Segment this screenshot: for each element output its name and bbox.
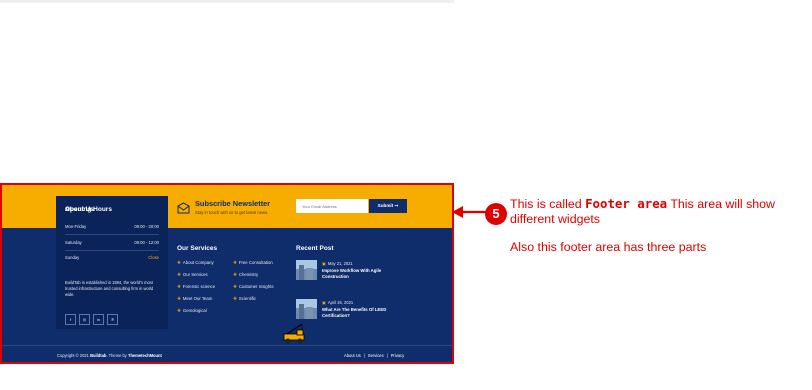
submit-button[interactable]: Submit ➞ [369,199,407,213]
hours-time: 09:00 - 12:00 [134,240,159,245]
legal-link-services[interactable]: Services [368,353,384,358]
instagram-icon[interactable]: ◎ [79,314,90,325]
step-number-badge: 5 [485,203,507,225]
hours-row: Saturday 09:00 - 12:00 [65,236,159,251]
legal-link-privacy[interactable]: Privacy [391,353,404,358]
about-title: About Us [65,206,94,213]
post-thumbnail[interactable] [296,260,317,280]
copyright-text: Copyright © 2021 Buildtab. Theme by Them… [57,353,162,358]
service-link[interactable]: ❖ Scientific [233,296,256,302]
footer-highlight-frame: Opening Hours Mon-Friday 09:00 - 20:00 S… [0,183,454,364]
post-link[interactable]: What Are The Benefits Of LEED Certificat… [322,307,392,319]
social-links: f ◎ in ℗ [65,308,121,326]
hours-row: Sunday Close [65,251,159,265]
linkedin-icon[interactable]: in [93,314,104,325]
annotation-text-1: This is called Footer area This area wil… [510,196,776,226]
service-link[interactable]: ❖ Meet Our Team [177,296,212,302]
post-date: ▣ May 21, 2021 [322,261,353,266]
recent-post-title: Recent Post [296,245,334,252]
service-link[interactable]: ❖ Our Services [177,272,208,278]
service-link[interactable]: ❖ Gemological [177,308,207,314]
about-text: BuildTab is established in 1984, the wor… [65,280,154,297]
email-input[interactable] [296,199,368,213]
hours-day: Saturday [65,240,82,245]
envelope-icon [177,202,190,214]
service-link[interactable]: ❖ About Company [177,260,214,266]
services-title: Our Services [177,245,218,252]
pinterest-icon[interactable]: ℗ [107,314,118,325]
hours-day: Mon-Friday [65,224,87,229]
annotation-text-2: Also this footer area has three parts [510,240,707,254]
hours-row: Mon-Friday 09:00 - 20:00 [65,220,159,235]
opening-hours-widget: Opening Hours Mon-Friday 09:00 - 20:00 S… [56,196,168,329]
newsletter-subtitle: Stay in touch with us to get latest news… [195,210,269,215]
service-link[interactable]: ❖ Chemistry [233,272,258,278]
annotation-arrow-icon [452,206,486,218]
post-date: ▣ April 26, 2021 [322,300,354,305]
crane-truck-icon [283,323,305,344]
hours-time-closed: Close [148,255,159,260]
facebook-icon[interactable]: f [65,314,76,325]
newsletter-title: Subscribe Newsletter [195,199,271,208]
service-link[interactable]: ❖ Customer Insights [233,284,274,290]
hours-day: Sunday [65,255,80,260]
post-thumbnail[interactable] [296,299,317,319]
top-strip [0,0,454,3]
post-link[interactable]: Improve Workflow With Agile Construction [322,268,392,280]
legal-links: About Us | Services | Privacy [344,353,405,358]
service-link[interactable]: ❖ Forensic science [177,284,215,290]
hours-time: 09:00 - 20:00 [134,224,159,229]
footer-divider [2,345,452,346]
legal-link-about[interactable]: About Us [344,353,361,358]
service-link[interactable]: ❖ Free Consultation [233,260,273,266]
